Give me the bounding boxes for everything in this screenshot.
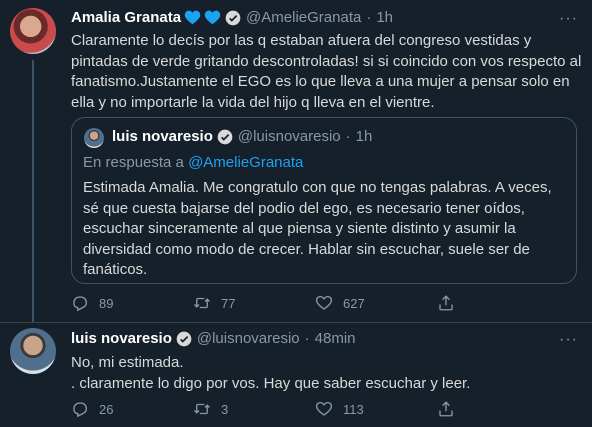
reply-count: 89: [99, 295, 114, 311]
reply-button[interactable]: 89: [71, 294, 193, 312]
tweet-line: Claramente lo decís por las q estaban af…: [71, 32, 532, 49]
tweet-text: No, mi estimada. . claramente lo digo po…: [71, 353, 586, 394]
quoted-display-name: luis novaresio: [112, 128, 213, 145]
more-options-icon[interactable]: ···: [559, 331, 578, 349]
separator-dot: ·: [304, 330, 310, 347]
retweet-button[interactable]: 3: [193, 400, 315, 418]
tweet-line: pintadas de verde gritando descontrolada…: [71, 52, 582, 70]
retweet-icon: [194, 403, 210, 415]
verified-badge-icon: [176, 331, 192, 347]
tweet-actions: 89 77 627: [71, 294, 559, 312]
blue-heart-icon: [184, 10, 201, 25]
tweet-luis[interactable]: luis novaresio @luisnovaresio · 48min ··…: [0, 323, 592, 427]
heart-outline-icon: [315, 295, 333, 310]
share-icon: [439, 295, 453, 311]
quoted-text: Estimada Amalia. Me congratulo con que n…: [83, 178, 573, 281]
like-button[interactable]: 113: [315, 400, 437, 418]
reply-icon: [73, 296, 88, 312]
thread-line: [32, 60, 34, 322]
quoted-header: luis novaresio @luisnovaresio · 1h: [112, 128, 372, 145]
tweet-line: No, mi estimada.: [71, 354, 184, 371]
retweet-count: 77: [221, 295, 236, 311]
timestamp[interactable]: 48min: [315, 330, 356, 347]
avatar[interactable]: [10, 8, 56, 54]
separator-dot: ·: [366, 9, 372, 26]
reply-context: En respuesta a @AmelieGranata: [83, 154, 303, 171]
user-handle[interactable]: @AmelieGranata: [246, 9, 361, 26]
tweet-header: Amalia Granata @AmelieGranata · 1h: [71, 9, 393, 26]
tweet-line: . claramente lo digo por vos. Hay que sa…: [71, 374, 471, 392]
like-count: 627: [343, 295, 365, 311]
blue-heart-icon: [204, 10, 221, 25]
reply-to-handle[interactable]: @AmelieGranata: [188, 154, 303, 171]
quoted-line: escuchar sinceramente al que piensa y si…: [83, 220, 516, 237]
reply-count: 26: [99, 401, 114, 417]
display-name[interactable]: Amalia Granata: [71, 9, 181, 26]
verified-badge-icon: [217, 129, 233, 145]
share-icon: [439, 401, 453, 417]
quoted-line: sé que cuesta bajarse del podio del ego,…: [83, 199, 525, 217]
display-name[interactable]: luis novaresio: [71, 330, 172, 347]
share-button[interactable]: [437, 400, 559, 418]
like-count: 113: [343, 401, 364, 417]
quoted-line: Estimada Amalia. Me congratulo con que n…: [83, 179, 552, 196]
tweet-text: Claramente lo decís por las q estaban af…: [71, 31, 586, 113]
reply-prefix: En respuesta a: [83, 154, 189, 171]
quoted-line: fanáticos.: [83, 261, 148, 278]
quoted-tweet[interactable]: luis novaresio @luisnovaresio · 1h En re…: [71, 117, 577, 284]
retweet-count: 3: [221, 401, 229, 417]
tweet-actions: 26 3 113: [71, 400, 559, 418]
share-button[interactable]: [437, 294, 559, 312]
tweet-header: luis novaresio @luisnovaresio · 48min: [71, 330, 356, 347]
verified-badge-icon: [225, 10, 241, 26]
tweet-amalia[interactable]: Amalia Granata @AmelieGranata · 1h ··· C…: [0, 0, 592, 322]
user-handle[interactable]: @luisnovaresio: [197, 330, 300, 347]
more-options-icon[interactable]: ···: [559, 10, 578, 28]
retweet-button[interactable]: 77: [193, 294, 315, 312]
tweet-line: ella y no importarle la vida del hijo q …: [71, 93, 435, 111]
quoted-avatar: [84, 128, 104, 148]
quoted-handle: @luisnovaresio: [237, 128, 341, 145]
retweet-icon: [194, 297, 210, 309]
reply-button[interactable]: 26: [71, 400, 193, 418]
separator-dot: ·: [345, 128, 351, 145]
like-button[interactable]: 627: [315, 294, 437, 312]
quoted-line: diversidad como modo de crecer. Hablar s…: [83, 240, 530, 258]
avatar[interactable]: [10, 328, 56, 374]
timestamp[interactable]: 1h: [376, 9, 393, 26]
reply-icon: [73, 402, 88, 418]
tweet-line: fanatismo.Justamente el EGO es lo que ll…: [71, 73, 570, 90]
heart-outline-icon: [315, 401, 333, 416]
quoted-timestamp: 1h: [355, 128, 373, 145]
